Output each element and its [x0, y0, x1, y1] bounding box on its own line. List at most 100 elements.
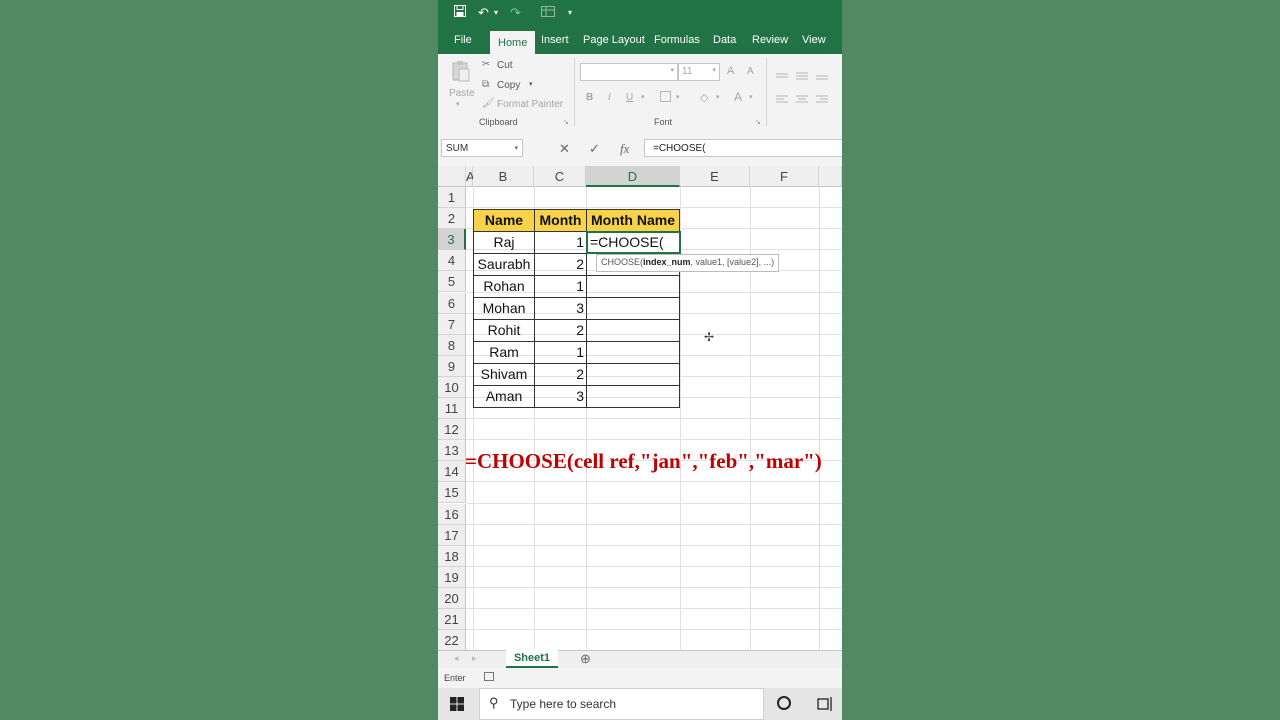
column-header-b[interactable]: B [473, 166, 534, 187]
italic-button[interactable]: I [608, 92, 611, 103]
tab-file[interactable]: File [454, 34, 472, 46]
row-header-11[interactable]: 11 [438, 398, 466, 420]
decrease-font-button[interactable]: A [747, 66, 754, 77]
table-cell-month-name[interactable] [586, 275, 680, 298]
table-cell-name[interactable]: Raj [473, 231, 535, 254]
table-cell-month-name[interactable] [586, 297, 680, 320]
tooltip-current-arg[interactable]: index_num [643, 257, 691, 267]
table-cell-month[interactable]: 1 [534, 231, 587, 254]
row-header-22[interactable]: 22 [438, 630, 466, 650]
table-cell-month-name[interactable] [586, 341, 680, 364]
row-header-17[interactable]: 17 [438, 524, 466, 546]
underline-button[interactable]: U [626, 92, 633, 103]
row-header-18[interactable]: 18 [438, 545, 466, 567]
column-header-f[interactable]: F [750, 166, 819, 187]
format-painter-button[interactable]: Format Painter [497, 99, 563, 110]
active-cell-d3[interactable]: =CHOOSE( [586, 231, 681, 254]
table-header-month[interactable]: Month [534, 209, 587, 232]
row-header-5[interactable]: 5 [438, 271, 466, 293]
redo-icon[interactable]: ↷ [510, 5, 521, 21]
tab-data[interactable]: Data [713, 34, 736, 46]
copy-dropdown-icon[interactable]: ▾ [529, 80, 533, 88]
align-top-icon[interactable] [776, 68, 788, 86]
table-cell-month-name[interactable] [586, 363, 680, 386]
row-header-7[interactable]: 7 [438, 313, 466, 335]
row-header-10[interactable]: 10 [438, 376, 466, 398]
font-launcher-icon[interactable]: ↘ [755, 118, 761, 126]
font-name-box[interactable]: ▾ [580, 63, 678, 81]
save-icon[interactable] [454, 5, 466, 21]
table-cell-name[interactable]: Saurabh [473, 253, 535, 276]
table-cell-name[interactable]: Ram [473, 341, 535, 364]
column-header-g[interactable] [819, 166, 842, 187]
align-left-icon[interactable] [776, 92, 788, 110]
row-header-8[interactable]: 8 [438, 334, 466, 356]
formula-input[interactable]: =CHOOSE( [644, 139, 842, 157]
align-bottom-icon[interactable] [816, 68, 828, 86]
align-center-icon[interactable] [796, 92, 808, 110]
borders-dropdown-icon[interactable]: ▾ [676, 93, 680, 101]
fill-color-icon[interactable]: ◇ [700, 91, 708, 104]
taskbar-search-box[interactable]: ⚲ Type here to search [479, 688, 764, 720]
font-size-dropdown-icon[interactable]: ▾ [712, 66, 716, 74]
insert-function-button[interactable]: fx [620, 141, 629, 157]
name-box-dropdown-icon[interactable]: ▾ [514, 140, 518, 158]
tab-insert[interactable]: Insert [541, 34, 569, 46]
row-header-9[interactable]: 9 [438, 355, 466, 377]
font-color-dropdown-icon[interactable]: ▾ [749, 93, 753, 101]
row-header-19[interactable]: 19 [438, 566, 466, 588]
paste-button[interactable]: Paste [449, 88, 475, 99]
align-right-icon[interactable] [816, 92, 828, 110]
table-cell-name[interactable]: Rohan [473, 275, 535, 298]
name-box[interactable]: SUM ▾ [441, 139, 523, 157]
row-header-20[interactable]: 20 [438, 587, 466, 609]
cut-icon[interactable]: ✂ [482, 59, 490, 70]
table-header-name[interactable]: Name [473, 209, 535, 232]
table-cell-month-name[interactable] [586, 385, 680, 408]
row-header-21[interactable]: 21 [438, 609, 466, 631]
table-cell-month[interactable]: 1 [534, 275, 587, 298]
prev-sheet-icon[interactable]: ◂ [454, 653, 459, 664]
table-cell-month-name[interactable] [586, 319, 680, 342]
table-cell-name[interactable]: Mohan [473, 297, 535, 320]
copy-button[interactable]: Copy [497, 80, 520, 91]
table-cell-month[interactable]: 3 [534, 385, 587, 408]
tab-review[interactable]: Review [752, 34, 788, 46]
row-header-16[interactable]: 16 [438, 503, 466, 525]
table-cell-name[interactable]: Aman [473, 385, 535, 408]
format-painter-icon[interactable]: 🖌 [482, 98, 495, 109]
column-header-d[interactable]: D [586, 166, 680, 187]
column-header-a[interactable]: A [466, 166, 475, 187]
table-cell-month[interactable]: 2 [534, 319, 587, 342]
tab-page-layout[interactable]: Page Layout [583, 34, 645, 46]
row-header-12[interactable]: 12 [438, 419, 466, 441]
font-name-dropdown-icon[interactable]: ▾ [670, 66, 674, 74]
next-sheet-icon[interactable]: ▸ [472, 653, 477, 664]
row-header-3[interactable]: 3 [438, 229, 466, 251]
borders-icon[interactable] [660, 91, 671, 102]
undo-dropdown-icon[interactable]: ▾ [494, 5, 498, 21]
select-all-corner[interactable] [438, 166, 466, 187]
column-header-e[interactable]: E [680, 166, 750, 187]
tab-view[interactable]: View [802, 34, 826, 46]
customize-qat-icon[interactable]: ▾ [568, 5, 572, 21]
windows-start-icon[interactable] [450, 697, 464, 716]
accessibility-icon[interactable] [484, 672, 494, 681]
table-cell-month[interactable]: 2 [534, 363, 587, 386]
undo-icon[interactable]: ↶ [478, 5, 489, 21]
table-icon[interactable] [541, 5, 555, 21]
fill-color-dropdown-icon[interactable]: ▾ [716, 93, 720, 101]
align-middle-icon[interactable] [796, 68, 808, 86]
table-cell-month[interactable]: 3 [534, 297, 587, 320]
cancel-formula-button[interactable]: ✕ [559, 141, 570, 157]
add-sheet-button[interactable]: ⊕ [580, 651, 591, 667]
paste-dropdown-icon[interactable]: ▾ [456, 100, 460, 108]
task-view-icon[interactable] [817, 697, 833, 716]
increase-font-button[interactable]: A [727, 65, 734, 77]
font-size-box[interactable]: 11 ▾ [678, 63, 720, 81]
row-header-1[interactable]: 1 [438, 187, 466, 209]
font-color-button[interactable]: A [734, 90, 742, 104]
row-header-13[interactable]: 13 [438, 440, 466, 462]
table-header-month-name[interactable]: Month Name [586, 209, 680, 232]
table-cell-month[interactable]: 2 [534, 253, 587, 276]
